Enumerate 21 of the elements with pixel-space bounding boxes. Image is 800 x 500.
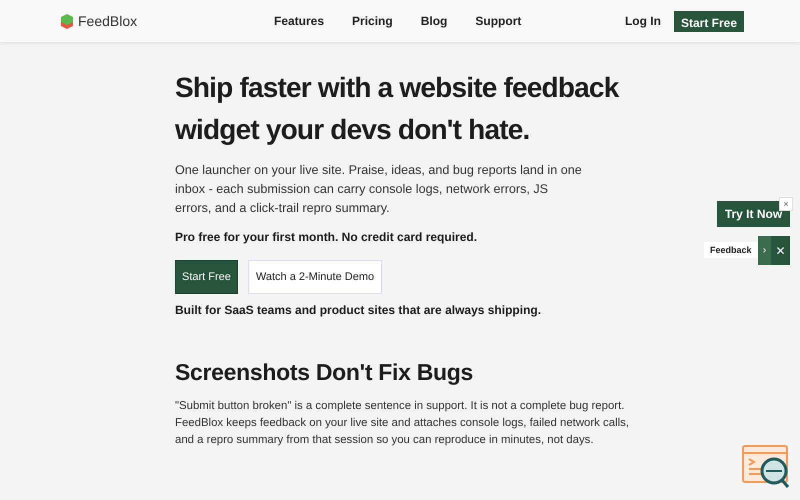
watch-demo-button[interactable]: Watch a 2-Minute Demo <box>248 260 382 294</box>
close-button[interactable]: ✕ <box>771 236 790 265</box>
hero-headline: Ship faster with a website feedback widget your devs don't hate. <box>175 71 620 147</box>
section-paragraph: "Submit button broken" is a complete sentence in support. It is not a complete bug report. FeedBlox keeps feedback on your live site and attaches console logs, failed network calls, and a repro summary from that session so you can reproduce in minutes, not days. <box>175 399 630 448</box>
expand-button[interactable]: › <box>758 236 771 265</box>
login-link[interactable]: Log In <box>624 14 661 28</box>
close-button[interactable]: × <box>779 197 793 211</box>
nav-link[interactable]: Features <box>274 14 324 28</box>
nav-link[interactable]: Support <box>475 14 522 28</box>
nav-link[interactable]: Blog <box>420 14 448 28</box>
logo-icon <box>60 12 74 30</box>
brand-name[interactable]: FeedBlox <box>78 13 138 29</box>
start-free-button[interactable]: Start Free <box>175 260 238 294</box>
feedback-label[interactable]: Feedback <box>704 242 758 258</box>
audience-note: Built for SaaS teams and product sites that are always shipping. <box>175 303 542 317</box>
hero-description: One launcher on your live site. Praise, ideas, and bug reports land in one inbox - each submission can carry console logs, network errors, JS errors, and a click-trail repro summary. <box>175 162 583 217</box>
bug-search-icon[interactable] <box>741 444 791 490</box>
offer-text: Pro free for your first month. No credit card required. <box>175 230 478 244</box>
nav-link[interactable]: Pricing <box>352 14 393 28</box>
section-heading: Screenshots Don't Fix Bugs <box>175 359 474 386</box>
start-free-button[interactable]: Start Free <box>674 10 744 32</box>
